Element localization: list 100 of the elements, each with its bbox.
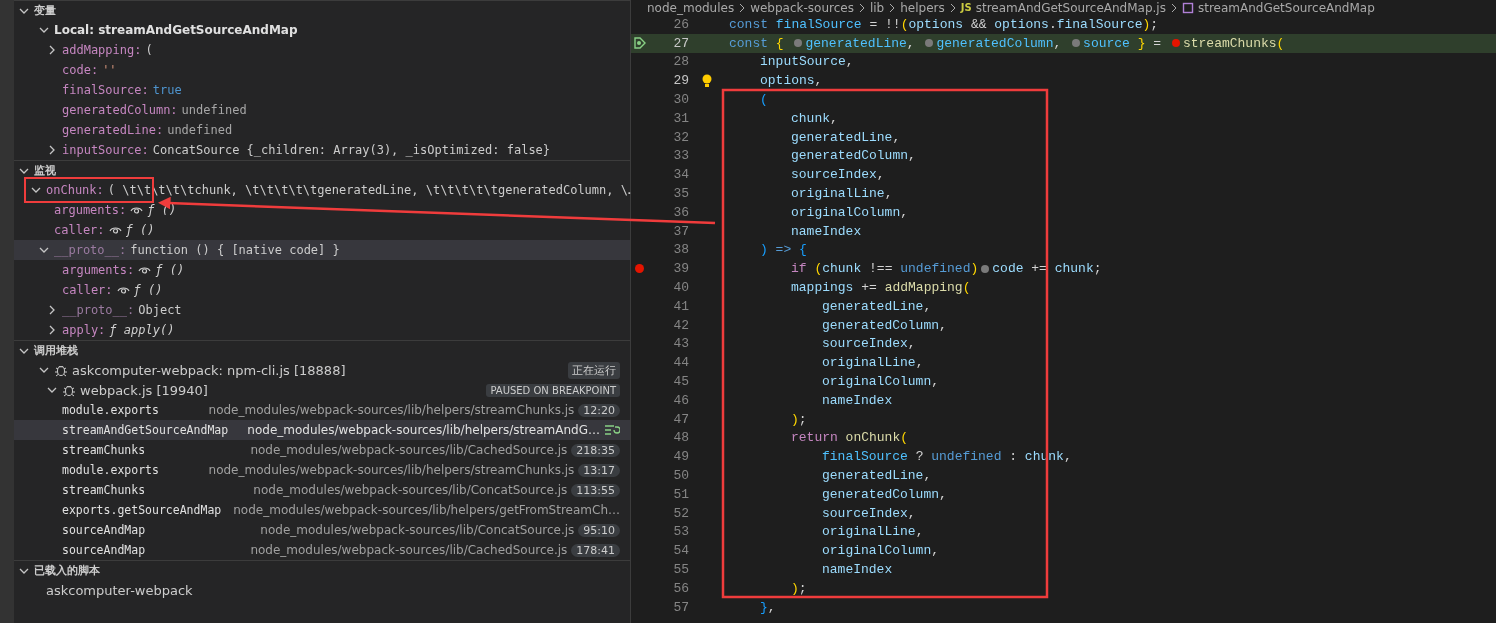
variable-value: true xyxy=(152,83,182,97)
variable-value: '' xyxy=(102,63,117,77)
variable-row[interactable]: arguments: ƒ () xyxy=(14,260,630,280)
eye-icon[interactable] xyxy=(138,265,152,275)
variable-value: Object xyxy=(138,303,182,317)
variable-name: code: xyxy=(62,63,99,77)
eye-icon[interactable] xyxy=(116,285,130,295)
variable-row[interactable]: code: '' xyxy=(14,60,630,80)
code-token: if xyxy=(791,261,808,277)
frame-name: exports.getSourceAndMap xyxy=(62,503,222,517)
line-number: 54 xyxy=(672,543,689,559)
line-number: 33 xyxy=(672,148,689,164)
inline-hint-dot-icon[interactable] xyxy=(1072,39,1081,48)
code-token: sourceIndex xyxy=(822,336,908,352)
chevron-icon xyxy=(948,2,957,13)
stack-frame-row[interactable]: module.exports node_modules/webpack-sources/lib/helpers/streamChunks.js 13:17 xyxy=(14,460,630,480)
code-token: code xyxy=(992,261,1024,277)
inline-hint-dot-icon[interactable] xyxy=(981,264,990,273)
variable-name: apply: xyxy=(62,323,106,337)
breadcrumb-item[interactable]: streamAndGetSourceAndMap.js xyxy=(975,0,1166,15)
code-token: generatedLine xyxy=(822,298,924,314)
variable-row[interactable]: caller: ƒ () xyxy=(14,220,630,240)
stack-frame-row[interactable]: streamChunks node_modules/webpack-sources/lib/CachedSource.js 218:35 xyxy=(14,440,630,460)
breadcrumb-item[interactable]: lib xyxy=(869,0,885,15)
code-token: ) xyxy=(1142,16,1151,32)
variable-row[interactable]: finalSource: true xyxy=(14,80,630,100)
restart-frame-icon[interactable] xyxy=(604,424,620,436)
code-token: => xyxy=(774,242,793,258)
bug-icon xyxy=(54,363,68,377)
stack-frame-row[interactable]: streamAndGetSourceAndMap node_modules/webpack-sources/lib/helpers/streamAndG… xyxy=(14,420,630,440)
variable-row[interactable]: addMapping: ( xyxy=(14,40,630,60)
line-number: 27 xyxy=(672,35,689,51)
line-number: 47 xyxy=(672,411,689,427)
eye-icon[interactable] xyxy=(130,205,144,215)
section-header[interactable]: 变量 xyxy=(14,1,630,20)
stack-frame-row[interactable]: streamChunks node_modules/webpack-sources/lib/ConcatSource.js 113:55 xyxy=(14,480,630,500)
stack-frame-row[interactable]: exports.getSourceAndMap node_modules/webpack-sources/lib/helpers/getFromStreamCh… xyxy=(14,500,630,520)
variable-row[interactable]: caller: ƒ () xyxy=(14,280,630,300)
variable-name: caller: xyxy=(54,223,105,237)
code-token: generatedLine xyxy=(791,129,893,145)
code-token: chunk xyxy=(791,110,830,126)
scope-title: Local: streamAndGetSourceAndMap xyxy=(54,23,298,37)
frame-path: node_modules/webpack-sources/lib/helpers/getFromStreamCh… xyxy=(233,503,620,517)
chevron-icon xyxy=(1169,2,1178,13)
line-number: 41 xyxy=(672,298,689,314)
code-token: ; xyxy=(1093,261,1102,277)
lightbulb-icon[interactable] xyxy=(701,73,713,88)
variable-value: undefined xyxy=(167,123,233,137)
session-row[interactable]: askcomputer-webpack: npm-cli.js [18888] 正在运行 xyxy=(14,360,630,380)
frame-name: streamChunks xyxy=(62,483,146,497)
section-header[interactable]: 已载入的脚本 xyxy=(14,561,630,580)
chevron-icon xyxy=(738,2,747,13)
session-label: askcomputer-webpack: npm-cli.js [18888] xyxy=(72,362,346,378)
code-token: sourceIndex xyxy=(791,167,877,183)
frame-name: streamAndGetSourceAndMap xyxy=(62,423,229,437)
breakpoint-icon[interactable] xyxy=(635,264,644,274)
variable-row[interactable]: inputSource: ConcatSource {_children: Array(3), _isOptimized: false} xyxy=(14,140,630,160)
section-title: 已载入的脚本 xyxy=(34,563,100,578)
breadcrumb-item[interactable]: node_modules xyxy=(647,0,735,15)
code-token: , xyxy=(884,186,893,202)
line-number: 29 xyxy=(672,73,689,89)
variable-row[interactable]: generatedLine: undefined xyxy=(14,120,630,140)
inline-hint-dot-icon[interactable] xyxy=(925,39,934,48)
code-token: const xyxy=(729,16,769,32)
line-number: 30 xyxy=(672,92,689,108)
status-badge: PAUSED ON BREAKPOINT xyxy=(486,383,620,397)
variable-row[interactable]: __proto__: Object xyxy=(14,300,630,320)
line-number: 43 xyxy=(672,336,689,352)
variable-row[interactable]: generatedColumn: undefined xyxy=(14,100,630,120)
breadcrumb-item[interactable]: webpack-sources xyxy=(750,0,854,15)
section-title: 监视 xyxy=(34,163,56,178)
code-token: , xyxy=(907,336,916,352)
code-token: += xyxy=(860,280,878,296)
chevron-icon xyxy=(888,2,897,13)
code-token: originalColumn xyxy=(822,543,932,559)
inline-hint-dot-icon[interactable] xyxy=(794,39,803,48)
code-token: ) xyxy=(791,580,799,596)
code-token: generatedLine xyxy=(822,468,924,483)
breadcrumb-item[interactable]: streamAndGetSourceAndMap xyxy=(1197,0,1375,15)
code-token: streamChunks xyxy=(1182,35,1277,51)
breadcrumb-item[interactable]: helpers xyxy=(900,0,945,15)
variable-row[interactable]: arguments: ƒ () xyxy=(14,200,630,220)
variable-row[interactable]: apply: ƒ apply() xyxy=(14,320,630,340)
stack-frame-row[interactable]: sourceAndMap node_modules/webpack-sources/lib/ConcatSource.js 95:10 xyxy=(14,520,630,540)
variable-row[interactable]: __proto__: function () { [native code] } xyxy=(14,240,630,260)
section-header[interactable]: 调用堆栈 xyxy=(14,341,630,360)
stack-frame-row[interactable]: sourceAndMap node_modules/webpack-sources/lib/CachedSource.js 178:41 xyxy=(14,540,630,560)
section-header[interactable]: 监视 xyxy=(14,161,630,180)
code-token: options xyxy=(760,73,815,89)
code-token: ; xyxy=(1150,16,1159,32)
code-token: , xyxy=(876,167,885,183)
code-token: mappings xyxy=(791,280,854,296)
stack-frame-row[interactable]: module.exports node_modules/webpack-sources/lib/helpers/streamChunks.js 12:20 xyxy=(14,400,630,420)
line-number: 56 xyxy=(672,580,689,596)
script-row[interactable]: askcomputer-webpack xyxy=(14,580,630,600)
line-number: 40 xyxy=(672,280,689,296)
eye-icon[interactable] xyxy=(108,225,122,235)
thread-row[interactable]: webpack.js [19940] PAUSED ON BREAKPOINT xyxy=(14,380,630,400)
line-number: 38 xyxy=(672,242,689,258)
scope-row[interactable]: Local: streamAndGetSourceAndMap xyxy=(14,20,630,40)
